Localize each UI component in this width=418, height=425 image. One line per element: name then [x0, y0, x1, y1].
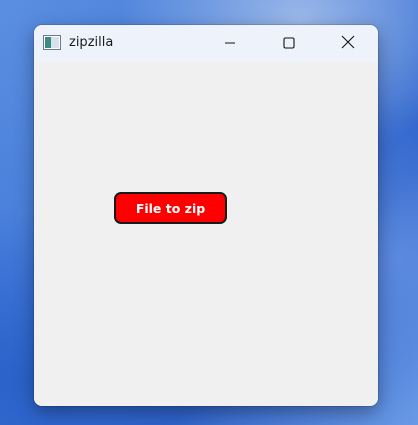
- close-icon: [341, 34, 355, 53]
- window-title: zipzilla: [69, 35, 114, 50]
- title-bar[interactable]: zipzilla: [34, 25, 378, 62]
- app-window: zipzilla File to zip: [34, 25, 378, 406]
- app-window-icon: [43, 35, 61, 50]
- window-client-area: File to zip: [34, 62, 378, 406]
- file-to-zip-button[interactable]: File to zip: [114, 192, 227, 224]
- maximize-button[interactable]: [266, 25, 312, 62]
- close-button[interactable]: [325, 25, 371, 62]
- minimize-icon: [224, 34, 236, 53]
- minimize-button[interactable]: [207, 25, 253, 62]
- maximize-icon: [283, 34, 295, 53]
